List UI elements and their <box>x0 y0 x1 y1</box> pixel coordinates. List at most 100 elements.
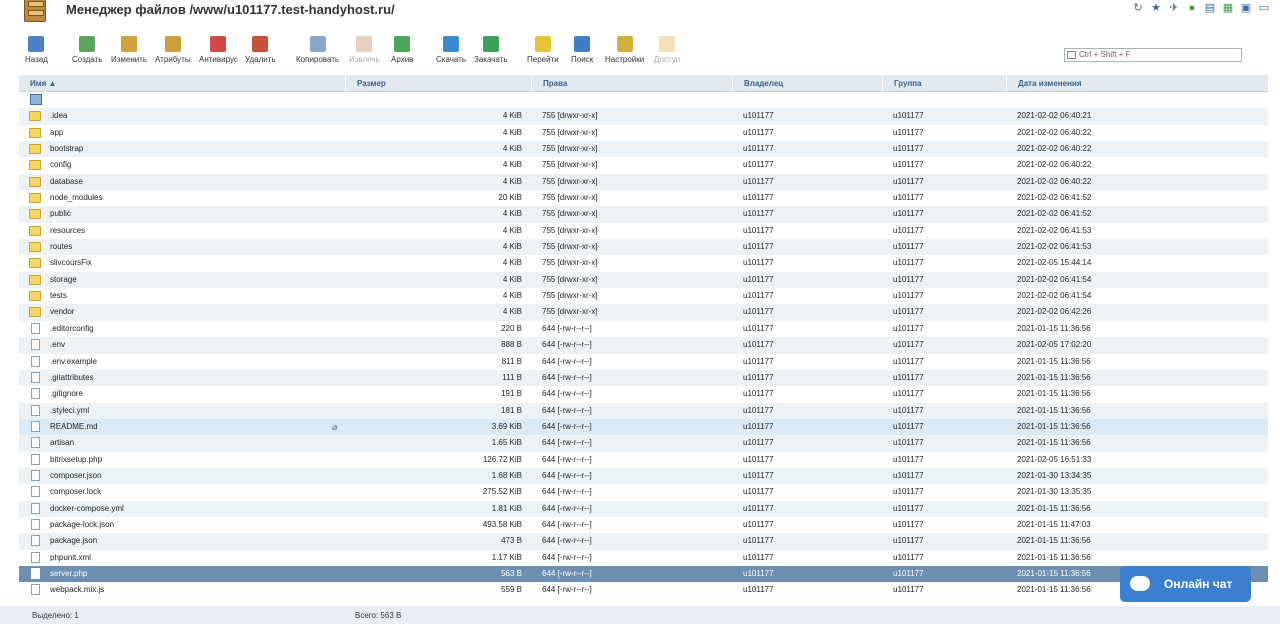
file-perms: 755 [drwxr-xr-x] <box>542 111 598 121</box>
col-perms[interactable]: Права <box>532 75 733 92</box>
col-owner[interactable]: Владелец <box>733 75 883 92</box>
copy-icon <box>309 36 326 52</box>
table-row[interactable]: composer.json 1.68 KiB 644 [-rw-r--r--] u10… <box>19 467 1268 485</box>
table-row[interactable]: app 4 KiB 755 [drwxr-xr-x] u101177 u101177 20… <box>19 125 1268 141</box>
file-icon <box>31 469 40 481</box>
download-icon <box>443 36 459 52</box>
toolbar-button-label: Скачать <box>436 55 466 64</box>
table-row[interactable]: phpunit.xml 1.17 KiB 644 [-rw-r--r--] u1011… <box>19 550 1268 566</box>
file-group: u101177 <box>893 274 924 284</box>
toolbar-button-0[interactable]: Назад <box>25 36 48 64</box>
col-date[interactable]: Дата изменения <box>1007 75 1268 92</box>
table-row[interactable]: config 4 KiB 755 [drwxr-xr-x] u101177 u10117… <box>19 157 1268 173</box>
file-size: 4 KiB <box>502 225 522 235</box>
file-owner: u101177 <box>743 258 774 268</box>
file-name: .editorconfig <box>50 323 94 333</box>
toolbar-button-2[interactable]: Изменить <box>111 36 147 64</box>
table-row[interactable]: bitrixsetup.php 126.72 KiB 644 [-rw-r--r--… <box>19 452 1268 468</box>
document-icon[interactable]: ▤ <box>1204 2 1216 14</box>
toolbar-button-10[interactable]: Закачать <box>474 36 508 64</box>
file-name: .gitattributes <box>50 372 94 382</box>
file-size: 1.65 KiB <box>491 438 522 448</box>
file-owner: u101177 <box>743 111 774 121</box>
table-row[interactable]: resources 4 KiB 755 [drwxr-xr-x] u101177 u10… <box>19 223 1268 239</box>
table-row[interactable]: package-lock.json 493.58 KiB 644 [-rw-r--r… <box>19 517 1268 533</box>
table-row[interactable]: node_modules 20 KiB 755 [drwxr-xr-x] u10117… <box>19 190 1268 206</box>
toolbar-button-6[interactable]: Копировать <box>296 36 339 64</box>
file-group: u101177 <box>893 552 924 562</box>
file-perms: 644 [-rw-r--r--] <box>542 340 592 350</box>
table-row[interactable]: composer.lock 275.52 KiB 644 [-rw-r--r--] u… <box>19 484 1268 500</box>
file-group: u101177 <box>893 372 924 382</box>
toolbar-button-1[interactable]: Создать <box>72 36 102 64</box>
table-row[interactable]: storage 4 KiB 755 [drwxr-xr-x] u101177 u1011… <box>19 271 1268 289</box>
table-row[interactable]: .env.example 811 B 644 [-rw-r--r--] u101177… <box>19 354 1268 370</box>
col-group[interactable]: Группа <box>883 75 1007 92</box>
file-name: docker-compose.yml <box>50 503 124 513</box>
col-name[interactable]: Имя ▲ <box>19 75 346 92</box>
file-owner: u101177 <box>743 160 774 170</box>
refresh-icon[interactable]: ↻ <box>1132 2 1144 14</box>
toolbar-button-5[interactable]: Удалить <box>245 36 276 64</box>
file-name: .styleci.yml <box>50 405 90 415</box>
table-row[interactable]: README.md 3.69 KiB 644 [-rw-r--r--] u101177… <box>19 418 1268 436</box>
table-row[interactable]: artisan 1.65 KiB 644 [-rw-r--r--] u101177 u1… <box>19 435 1268 452</box>
window-icon[interactable]: ▭ <box>1258 2 1270 14</box>
paperclip-icon[interactable]: ⌀ <box>332 422 337 433</box>
table-row[interactable]: .idea 4 KiB 755 [drwxr-xr-x] u101177 u101177… <box>19 108 1268 125</box>
file-icon <box>31 339 40 351</box>
table-row[interactable]: .env 888 B 644 [-rw-r--r--] u101177 u101177 2… <box>19 337 1268 354</box>
table-row[interactable]: public 4 KiB 755 [drwxr-xr-x] u101177 u10117… <box>19 206 1268 223</box>
table-row[interactable]: slivcoursFix 4 KiB 755 [drwxr-xr-x] u101177… <box>19 255 1268 271</box>
file-owner: u101177 <box>743 242 774 252</box>
table-row[interactable]: vendor 4 KiB 755 [drwxr-xr-x] u101177 u10117… <box>19 304 1268 321</box>
file-date: 2021-01-15 11:36:56 <box>1017 323 1091 333</box>
star-icon[interactable]: ★ <box>1150 2 1162 14</box>
file-owner: u101177 <box>743 307 774 317</box>
file-group: u101177 <box>893 585 924 595</box>
print-icon[interactable]: ▣ <box>1240 2 1252 14</box>
file-name: package-lock.json <box>50 519 115 529</box>
page-title: Менеджер файлов /www/u101177.test-handyh… <box>66 2 395 17</box>
file-size: 4 KiB <box>502 176 522 186</box>
toolbar-button-8[interactable]: Архив <box>391 36 413 64</box>
table-row[interactable]: docker-compose.yml 1.81 KiB 644 [-rw-r--r-… <box>19 500 1268 517</box>
search-input[interactable]: Ctrl + Shift + F <box>1064 48 1242 62</box>
folder-icon <box>29 127 41 138</box>
globe-icon[interactable]: ● <box>1186 2 1198 14</box>
toolbar-button-4[interactable]: Антивирус <box>199 36 238 64</box>
table-row[interactable]: .gitignore 191 B 644 [-rw-r--r--] u101177 u1… <box>19 386 1268 402</box>
file-date: 2021-02-02 06:40:22 <box>1017 160 1092 170</box>
col-size[interactable]: Размер <box>346 75 532 92</box>
parent-dir-row[interactable] <box>19 92 1268 109</box>
table-row[interactable]: package.json 473 B 644 [-rw-r--r--] u101177… <box>19 533 1268 550</box>
selected-count: Выделено: 1 <box>32 611 79 620</box>
file-owner: u101177 <box>743 552 774 562</box>
table-row[interactable]: routes 4 KiB 755 [drwxr-xr-x] u101177 u10117… <box>19 239 1268 256</box>
table-row[interactable]: bootstrap 4 KiB 755 [drwxr-xr-x] u101177 u10… <box>19 141 1268 158</box>
pin-icon[interactable]: ✈ <box>1168 2 1180 14</box>
file-name: package.json <box>50 536 98 546</box>
folder-icon <box>29 242 41 253</box>
toolbar-button-3[interactable]: Атрибуты <box>155 36 191 64</box>
table-row[interactable]: database 4 KiB 755 [drwxr-xr-x] u101177 u101… <box>19 173 1268 191</box>
online-chat-button[interactable]: Онлайн чат <box>1120 566 1251 602</box>
table-row[interactable]: .editorconfig 220 B 644 [-rw-r--r--] u10117… <box>19 321 1268 337</box>
table-icon[interactable]: ▦ <box>1222 2 1234 14</box>
toolbar-button-11[interactable]: Перейти <box>527 36 559 64</box>
file-size: 1.81 KiB <box>491 503 522 513</box>
file-perms: 755 [drwxr-xr-x] <box>542 258 598 268</box>
table-row[interactable]: .styleci.yml 181 B 644 [-rw-r--r--] u101177… <box>19 402 1268 419</box>
toolbar-button-13[interactable]: Настройки <box>605 36 644 64</box>
toolbar-button-12[interactable]: Поиск <box>571 36 593 64</box>
folder-icon <box>29 274 41 285</box>
table-row[interactable]: server.php 563 B 644 [-rw-r--r--] u101177 u1… <box>19 565 1268 583</box>
toolbar-button-9[interactable]: Скачать <box>436 36 466 64</box>
table-row[interactable]: tests 4 KiB 755 [drwxr-xr-x] u101177 u101177… <box>19 288 1268 304</box>
table-row[interactable]: webpack.mix.js 559 B 644 [-rw-r--r--] u1011… <box>19 582 1268 598</box>
file-manager-icon <box>24 0 46 22</box>
file-size: 191 B <box>501 389 522 399</box>
file-name: .env <box>50 340 66 350</box>
file-group: u101177 <box>893 307 924 317</box>
table-row[interactable]: .gitattributes 111 B 644 [-rw-r--r--] u1011… <box>19 369 1268 387</box>
